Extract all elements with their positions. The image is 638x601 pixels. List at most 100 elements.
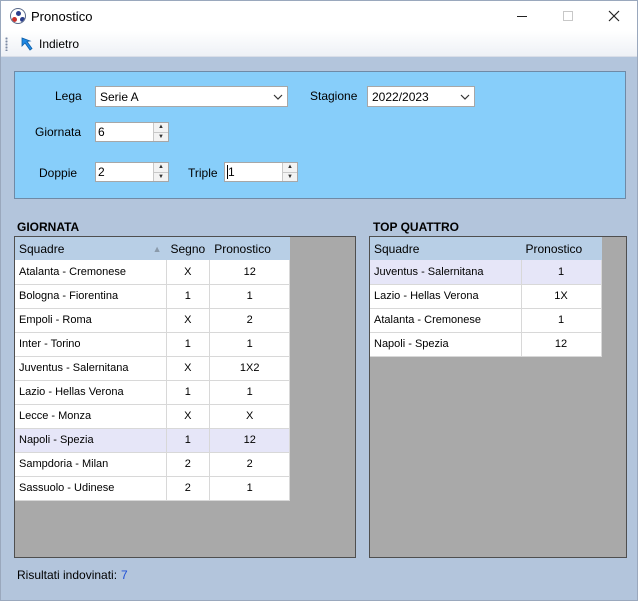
cell-squadre[interactable]: Lazio - Hellas Verona	[15, 380, 167, 405]
table-row[interactable]: Juventus - Salernitana 1	[370, 260, 602, 285]
table-row[interactable]: Atalanta - Cremonese X 12	[15, 260, 291, 285]
column-header-pronostico[interactable]: Pronostico	[521, 237, 602, 260]
cell-pronostico[interactable]: 1	[209, 284, 291, 309]
column-header-label: Pronostico	[214, 241, 271, 256]
cell-segno[interactable]: X	[166, 404, 211, 429]
doppie-stepper[interactable]: 2 ▲ ▼	[95, 162, 169, 182]
spin-up-icon[interactable]: ▲	[283, 163, 297, 173]
cell-segno[interactable]: 1	[166, 428, 211, 453]
column-header-squadre[interactable]: Squadre ▲	[15, 237, 167, 260]
spin-up-icon[interactable]: ▲	[154, 163, 168, 173]
cell-squadre[interactable]: Lazio - Hellas Verona	[370, 284, 522, 309]
cell-pronostico[interactable]: 1X	[521, 284, 602, 309]
table-row[interactable]: Empoli - Roma X 2	[15, 308, 291, 333]
spin-down-icon[interactable]: ▼	[154, 132, 168, 141]
column-header-label: Squadre	[374, 241, 420, 256]
cell-squadre[interactable]: Juventus - Salernitana	[15, 356, 167, 381]
doppie-label: Doppie	[39, 166, 78, 180]
cell-pronostico[interactable]: 1	[521, 260, 602, 285]
doppie-value: 2	[98, 165, 105, 179]
giornata-stepper[interactable]: 6 ▲ ▼	[95, 122, 169, 142]
cell-pronostico[interactable]: 2	[209, 308, 291, 333]
giornata-table: Squadre ▲ Segno Pronostico Atalanta - Cr…	[15, 237, 291, 501]
cell-pronostico[interactable]: X	[209, 404, 291, 429]
cell-pronostico[interactable]: 1	[209, 476, 291, 501]
top-quattro-title: TOP QUATTRO	[373, 220, 460, 234]
top-quattro-table: Squadre Pronostico Juventus - Salernitan…	[370, 237, 602, 357]
sort-ascending-icon: ▲	[152, 243, 162, 254]
spin-down-icon[interactable]: ▼	[283, 172, 297, 181]
risultati-label: Risultati indovinati:	[17, 568, 118, 582]
window-title: Pronostico	[31, 9, 93, 24]
table-row[interactable]: Juventus - Salernitana X 1X2	[15, 356, 291, 381]
cell-pronostico[interactable]: 1	[209, 380, 291, 405]
giornata-title: GIORNATA	[17, 220, 80, 234]
cell-squadre[interactable]: Sampdoria - Milan	[15, 452, 167, 477]
cell-squadre[interactable]: Empoli - Roma	[15, 308, 167, 333]
cell-pronostico[interactable]: 1X2	[209, 356, 291, 381]
cell-segno[interactable]: X	[166, 308, 211, 333]
cell-squadre[interactable]: Napoli - Spezia	[370, 332, 522, 357]
cell-pronostico[interactable]: 12	[209, 428, 291, 453]
stagione-select[interactable]: 2022/2023	[367, 86, 475, 107]
stagione-value: 2022/2023	[372, 89, 429, 104]
spin-up-icon[interactable]: ▲	[154, 123, 168, 133]
table-row[interactable]: Sassuolo - Udinese 2 1	[15, 476, 291, 501]
table-row[interactable]: Inter - Torino 1 1	[15, 332, 291, 357]
triple-stepper[interactable]: 1 ▲ ▼	[224, 162, 298, 182]
table-row[interactable]: Lazio - Hellas Verona 1 1	[15, 380, 291, 405]
table-row[interactable]: Atalanta - Cremonese 1	[370, 308, 602, 333]
column-header-segno[interactable]: Segno	[166, 237, 211, 260]
cell-squadre[interactable]: Atalanta - Cremonese	[15, 260, 167, 285]
toolbar-grip[interactable]	[5, 37, 8, 51]
cell-segno[interactable]: 1	[166, 380, 211, 405]
risultati-value: 7	[121, 568, 128, 582]
cell-squadre[interactable]: Sassuolo - Udinese	[15, 476, 167, 501]
close-button[interactable]	[591, 1, 637, 31]
table-row[interactable]: Napoli - Spezia 1 12	[15, 428, 291, 453]
back-button[interactable]: Indietro	[16, 34, 82, 54]
table-row[interactable]: Napoli - Spezia 12	[370, 332, 602, 357]
cell-segno[interactable]: 2	[166, 452, 211, 477]
main-window: Pronostico Indietro Lega Serie A Stagion…	[0, 0, 638, 601]
stagione-label: Stagione	[310, 89, 358, 103]
cell-segno[interactable]: 2	[166, 476, 211, 501]
cell-pronostico[interactable]: 2	[209, 452, 291, 477]
top-quattro-grid[interactable]: Squadre Pronostico Juventus - Salernitan…	[369, 236, 627, 558]
cell-segno[interactable]: 1	[166, 332, 211, 357]
spin-down-icon[interactable]: ▼	[154, 172, 168, 181]
cell-squadre[interactable]: Bologna - Fiorentina	[15, 284, 167, 309]
lega-value: Serie A	[100, 89, 139, 104]
chevron-down-icon	[456, 87, 474, 106]
back-label: Indietro	[39, 37, 80, 51]
cell-squadre[interactable]: Juventus - Salernitana	[370, 260, 522, 285]
cell-squadre[interactable]: Atalanta - Cremonese	[370, 308, 522, 333]
column-header-label: Pronostico	[525, 241, 583, 256]
lega-select[interactable]: Serie A	[95, 86, 288, 107]
table-row[interactable]: Lecce - Monza X X	[15, 404, 291, 429]
maximize-button[interactable]	[545, 1, 591, 31]
cell-squadre[interactable]: Lecce - Monza	[15, 404, 167, 429]
chevron-down-icon	[269, 87, 287, 106]
table-row[interactable]: Sampdoria - Milan 2 2	[15, 452, 291, 477]
cell-squadre[interactable]: Inter - Torino	[15, 332, 167, 357]
column-header-pronostico[interactable]: Pronostico	[209, 237, 291, 260]
cell-segno[interactable]: X	[166, 356, 211, 381]
column-header-squadre[interactable]: Squadre	[370, 237, 522, 260]
lega-label: Lega	[55, 89, 82, 103]
maximize-icon	[563, 11, 573, 21]
cell-pronostico[interactable]: 12	[209, 260, 291, 285]
giornata-grid[interactable]: Squadre ▲ Segno Pronostico Atalanta - Cr…	[14, 236, 356, 558]
cell-squadre[interactable]: Napoli - Spezia	[15, 428, 167, 453]
cell-segno[interactable]: X	[166, 260, 211, 285]
table-row[interactable]: Bologna - Fiorentina 1 1	[15, 284, 291, 309]
cell-pronostico[interactable]: 1	[521, 308, 602, 333]
table-row[interactable]: Lazio - Hellas Verona 1X	[370, 284, 602, 309]
cell-segno[interactable]: 1	[166, 284, 211, 309]
toolbar: Indietro	[1, 31, 637, 57]
minimize-icon	[517, 15, 527, 17]
back-arrow-icon	[21, 37, 33, 51]
cell-pronostico[interactable]: 1	[209, 332, 291, 357]
cell-pronostico[interactable]: 12	[521, 332, 602, 357]
minimize-button[interactable]	[499, 1, 545, 31]
